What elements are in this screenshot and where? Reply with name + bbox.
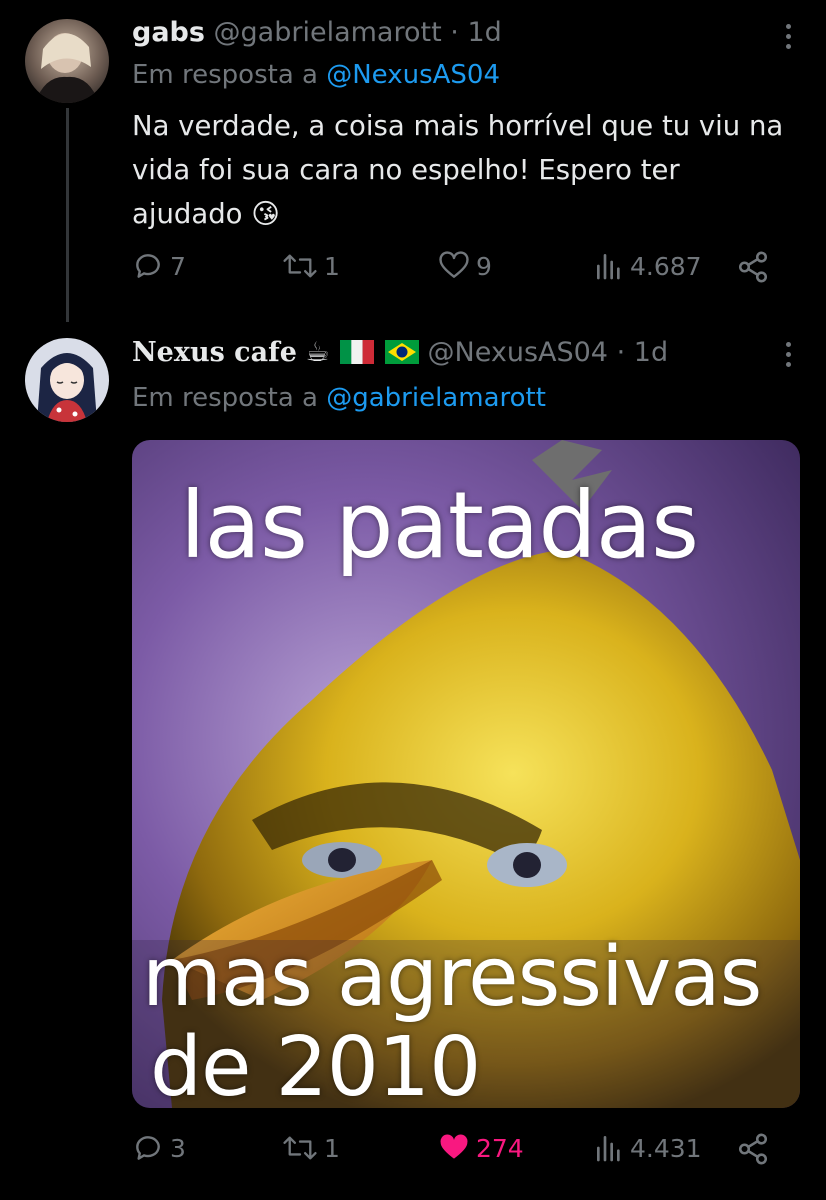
retweet-button[interactable]: 1 [282, 1132, 340, 1164]
author-handle[interactable]: @gabrielamarott [214, 17, 442, 48]
more-icon[interactable] [786, 24, 792, 49]
timestamp[interactable]: 1d [467, 17, 501, 48]
meme-bottom-text-line2: de 2010 [150, 1020, 481, 1108]
like-button[interactable]: 274 [438, 1132, 524, 1164]
reply-button[interactable]: 3 [132, 1132, 186, 1164]
reply-context: Em resposta a @gabrielamarott [132, 383, 546, 413]
author-name[interactable]: Nexus cafe [132, 337, 297, 368]
share-button[interactable] [736, 1132, 770, 1166]
reply-context: Em resposta a @NexusAS04 [132, 60, 500, 90]
tweet-header: gabs @gabrielamarott · 1d [132, 17, 502, 48]
reply-count: 3 [170, 1133, 186, 1163]
brazil-flag-icon [384, 340, 419, 364]
views-icon [597, 1136, 620, 1162]
tweet-actions: 7 1 9 4.687 [132, 250, 782, 290]
retweet-icon [283, 254, 317, 278]
tweet-text: Na verdade, a coisa mais horrível que tu… [132, 104, 792, 236]
reply-prefix: Em resposta a [132, 383, 327, 413]
share-icon [738, 251, 768, 283]
avatar-gabs[interactable] [25, 19, 109, 103]
reply-count: 7 [170, 251, 186, 281]
meme-bottom-text-line1: mas agressivas [142, 930, 762, 1025]
more-icon[interactable] [786, 342, 792, 367]
tweet-nexus[interactable]: Nexus cafe ☕ @NexusAS04 · 1d Em resposta… [0, 330, 826, 1200]
reply-mention[interactable]: @NexusAS04 [326, 60, 500, 90]
separator-dot: · [450, 17, 459, 48]
italy-flag-icon [340, 340, 375, 364]
like-icon-filled [440, 1134, 468, 1159]
reply-prefix: Em resposta a [132, 60, 327, 90]
reply-icon [136, 254, 160, 278]
reply-mention[interactable]: @gabrielamarott [326, 383, 546, 413]
views-button[interactable]: 4.431 [594, 1132, 702, 1164]
author-handle[interactable]: @NexusAS04 [428, 337, 608, 368]
views-button[interactable]: 4.687 [594, 250, 702, 282]
share-button[interactable] [736, 250, 770, 284]
share-icon [738, 1133, 768, 1165]
separator-dot: · [616, 337, 626, 368]
kiss-emoji: 😘 [251, 198, 280, 230]
timestamp[interactable]: 1d [634, 337, 668, 368]
meme-top-text: las patadas [180, 472, 699, 579]
tweet-image[interactable]: las patadas mas agressivas de 2010 [132, 440, 800, 1108]
tweet-actions: 3 1 274 4.431 [132, 1132, 782, 1172]
retweet-button[interactable]: 1 [282, 250, 340, 282]
retweet-count: 1 [324, 251, 340, 281]
retweet-icon [283, 1136, 317, 1160]
like-icon [439, 251, 469, 278]
like-button[interactable]: 9 [438, 250, 492, 282]
retweet-count: 1 [324, 1133, 340, 1163]
reply-icon [136, 1136, 160, 1160]
coffee-emoji: ☕ [305, 337, 330, 368]
like-count: 9 [476, 251, 492, 281]
like-count: 274 [476, 1133, 524, 1163]
views-icon [597, 254, 620, 280]
reply-button[interactable]: 7 [132, 250, 186, 282]
tweet-gabs[interactable]: gabs @gabrielamarott · 1d Em resposta a … [0, 0, 826, 330]
avatar-nexus-image [25, 338, 109, 422]
views-count: 4.431 [630, 1133, 702, 1163]
tweet-text-content: Na verdade, a coisa mais horrível que tu… [132, 110, 784, 230]
tweet-header: Nexus cafe ☕ @NexusAS04 · 1d [132, 337, 668, 368]
author-name[interactable]: gabs [132, 17, 205, 48]
views-count: 4.687 [630, 251, 702, 281]
avatar-gabs-image [25, 19, 109, 103]
avatar-nexus[interactable] [25, 338, 109, 422]
